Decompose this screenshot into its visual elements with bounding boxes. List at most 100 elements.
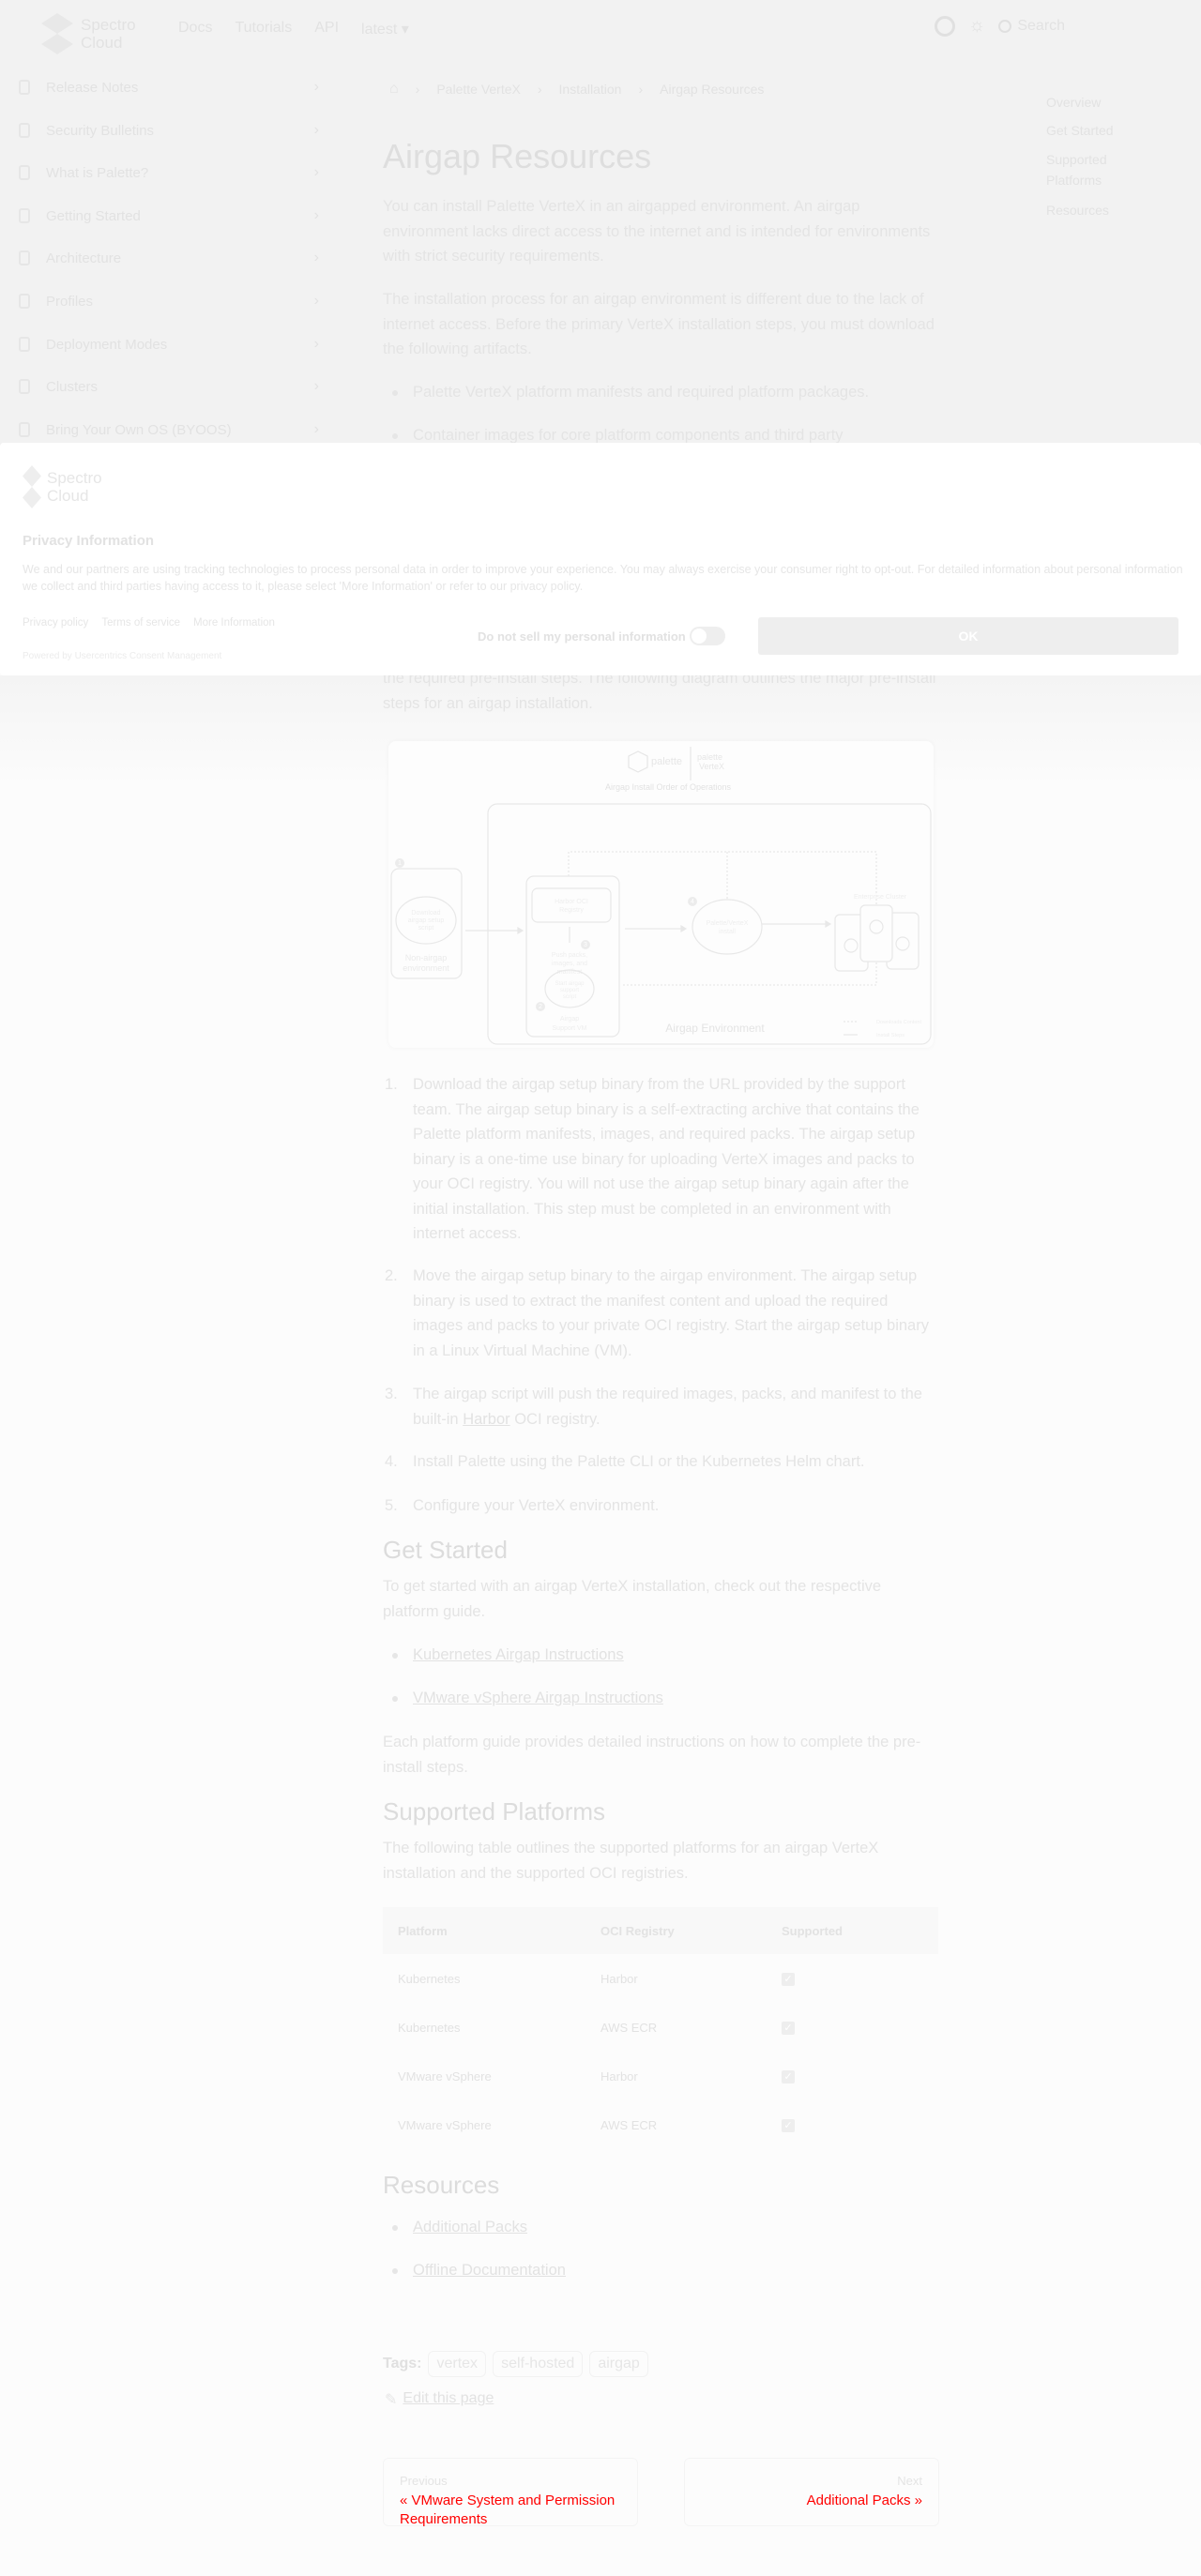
bullet <box>392 2225 398 2231</box>
building-icon <box>19 250 30 265</box>
logo[interactable]: Spectro Cloud <box>41 13 136 54</box>
more-information-link[interactable]: More Information <box>193 617 275 629</box>
harbor-link[interactable]: Harbor <box>463 1411 509 1428</box>
step-number: 2 <box>539 1004 542 1010</box>
cell: Kubernetes <box>398 2020 461 2035</box>
do-not-sell-toggle[interactable] <box>689 627 725 645</box>
bullet <box>392 390 398 396</box>
table-row: Kubernetes Harbor ✓ <box>383 1954 938 2003</box>
top-nav: Docs Tutorials API latest ▾ <box>178 20 409 38</box>
toc-get-started[interactable]: Get Started <box>1046 120 1149 141</box>
step-text: OCI registry. <box>509 1410 600 1428</box>
sidebar-item-deployment-modes[interactable]: Deployment Modes › <box>19 330 319 358</box>
sidebar-item-profiles[interactable]: Profiles › <box>19 287 319 315</box>
get-started-text: To get started with an airgap VerteX ins… <box>383 1578 882 1620</box>
diagram-label: Start airgap <box>555 981 585 987</box>
sidebar-item-label: Profiles <box>46 293 94 310</box>
get-started-after: Each platform guide provides detailed in… <box>383 1734 921 1776</box>
get-started-heading: Get Started <box>383 1536 508 1564</box>
palette-install-node <box>692 899 763 955</box>
legend-label: Downloads Content <box>876 1020 921 1025</box>
github-icon[interactable] <box>935 15 955 37</box>
breadcrumb-item[interactable]: Installation <box>559 82 622 97</box>
logo-mark-icon <box>23 465 41 508</box>
logo-text: Spectro <box>47 469 102 487</box>
search-button[interactable]: Search <box>998 18 1065 35</box>
diagram-label: Airgap <box>560 1016 579 1023</box>
toc-overview[interactable]: Overview <box>1046 92 1149 113</box>
toc-supported-platforms[interactable]: Supported Platforms <box>1046 149 1121 190</box>
diagram-label: Harbor OCI <box>555 899 588 905</box>
edit-page[interactable]: ✎ Edit this page <box>385 2390 494 2409</box>
banner-text: We and our partners are using tracking t… <box>23 563 1183 593</box>
diagram-label: Download <box>411 910 440 917</box>
next-page-button[interactable]: Next Additional Packs » <box>684 2458 939 2526</box>
diagram-label: install <box>719 929 736 935</box>
sidebar-item-label: Getting Started <box>46 207 141 224</box>
checkmark-icon: ✓ <box>782 2070 795 2084</box>
ok-button[interactable]: OK <box>758 617 1178 655</box>
logo-text: Spectro <box>81 16 136 34</box>
cluster-icon <box>19 379 30 394</box>
bullet <box>392 1653 398 1659</box>
cell: AWS ECR <box>600 2117 658 2132</box>
sidebar-item-label: Architecture <box>46 250 122 266</box>
step-number: 4 <box>691 899 694 905</box>
additional-packs-link[interactable]: Additional Packs <box>413 2219 527 2235</box>
sidebar-item-label: Clusters <box>46 378 99 395</box>
tag[interactable]: self-hosted <box>493 2351 584 2377</box>
breadcrumb-separator: › <box>537 82 542 97</box>
step-number: 2. <box>385 1267 398 1284</box>
toc-resources[interactable]: Resources <box>1046 200 1149 220</box>
tag[interactable]: vertex <box>428 2351 487 2377</box>
intro-paragraph-2: The installation process for an airgap e… <box>383 291 935 357</box>
sidebar-item-label: Deployment Modes <box>46 336 168 353</box>
powered-by: Powered by Usercentrics Consent Manageme… <box>23 651 222 661</box>
install-diagram: palette palette VerteX Airgap Install Or… <box>388 741 934 1048</box>
step-2: 2. Move the airgap setup binary to the ai… <box>385 1264 938 1363</box>
terms-link[interactable]: Terms of service <box>101 617 180 629</box>
page-title: Airgap Resources <box>383 137 652 175</box>
theme-toggle-sun-icon[interactable]: ☼ <box>968 15 985 37</box>
sidebar-item-clusters[interactable]: Clusters › <box>19 372 319 401</box>
vsphere-airgap-link[interactable]: VMware vSphere Airgap Instructions <box>413 1690 663 1706</box>
step-number: 3 <box>584 942 587 948</box>
sidebar-item-what-is-palette[interactable]: What is Palette? › <box>19 159 319 187</box>
privacy-policy-link[interactable]: Privacy policy <box>23 617 88 629</box>
kubernetes-airgap-link[interactable]: Kubernetes Airgap Instructions <box>413 1646 624 1663</box>
list-item: Kubernetes Airgap Instructions <box>392 1643 938 1668</box>
previous-page-button[interactable]: Previous « VMware System and Permission R… <box>383 2458 638 2527</box>
sidebar-item-byoos[interactable]: Bring Your Own OS (BYOOS) › <box>19 416 319 444</box>
step-text: Install Palette using the Palette CLI or… <box>413 1453 865 1470</box>
banner-logo: Spectro Cloud <box>23 465 102 508</box>
nav-api[interactable]: API <box>314 20 339 38</box>
palette-logo-icon <box>628 750 648 773</box>
tag[interactable]: airgap <box>589 2351 648 2377</box>
diagram-label: images, and <box>552 961 587 967</box>
home-icon[interactable]: ⌂ <box>389 81 399 98</box>
sidebar-item-release-notes[interactable]: Release Notes › <box>19 73 319 101</box>
legend-label: Install Steps <box>876 1033 905 1038</box>
nav-tutorials[interactable]: Tutorials <box>235 20 292 38</box>
resources-heading: Resources <box>383 2171 500 2199</box>
version-dropdown[interactable]: latest ▾ <box>361 20 409 38</box>
sidebar-item-security-bulletins[interactable]: Security Bulletins › <box>19 116 319 144</box>
sidebar-item-getting-started[interactable]: Getting Started › <box>19 202 319 230</box>
layers-icon <box>19 294 30 309</box>
intro-paragraph: You can install Palette VerteX in an air… <box>383 198 931 265</box>
nav-docs[interactable]: Docs <box>178 20 212 38</box>
step-text: Configure your VerteX environment. <box>413 1497 660 1514</box>
edit-page-link[interactable]: Edit this page <box>403 2390 494 2409</box>
sidebar-item-architecture[interactable]: Architecture › <box>19 244 319 272</box>
step-1: 1. Download the airgap setup binary from … <box>385 1072 938 1247</box>
logo-text: Cloud <box>47 487 89 505</box>
cell: VMware vSphere <box>398 2117 492 2132</box>
list-item-text: Container images for core platform compo… <box>413 427 844 444</box>
breadcrumb-item[interactable]: Palette VerteX <box>436 82 521 97</box>
diagram-brand: palette <box>697 752 722 762</box>
chevron-right-icon: › <box>313 79 319 95</box>
logo-text: Cloud <box>81 34 123 52</box>
step-3: 3. The airgap script will push the requir… <box>385 1382 938 1432</box>
diagram-label: script <box>563 994 577 1000</box>
offline-docs-link[interactable]: Offline Documentation <box>413 2262 566 2279</box>
